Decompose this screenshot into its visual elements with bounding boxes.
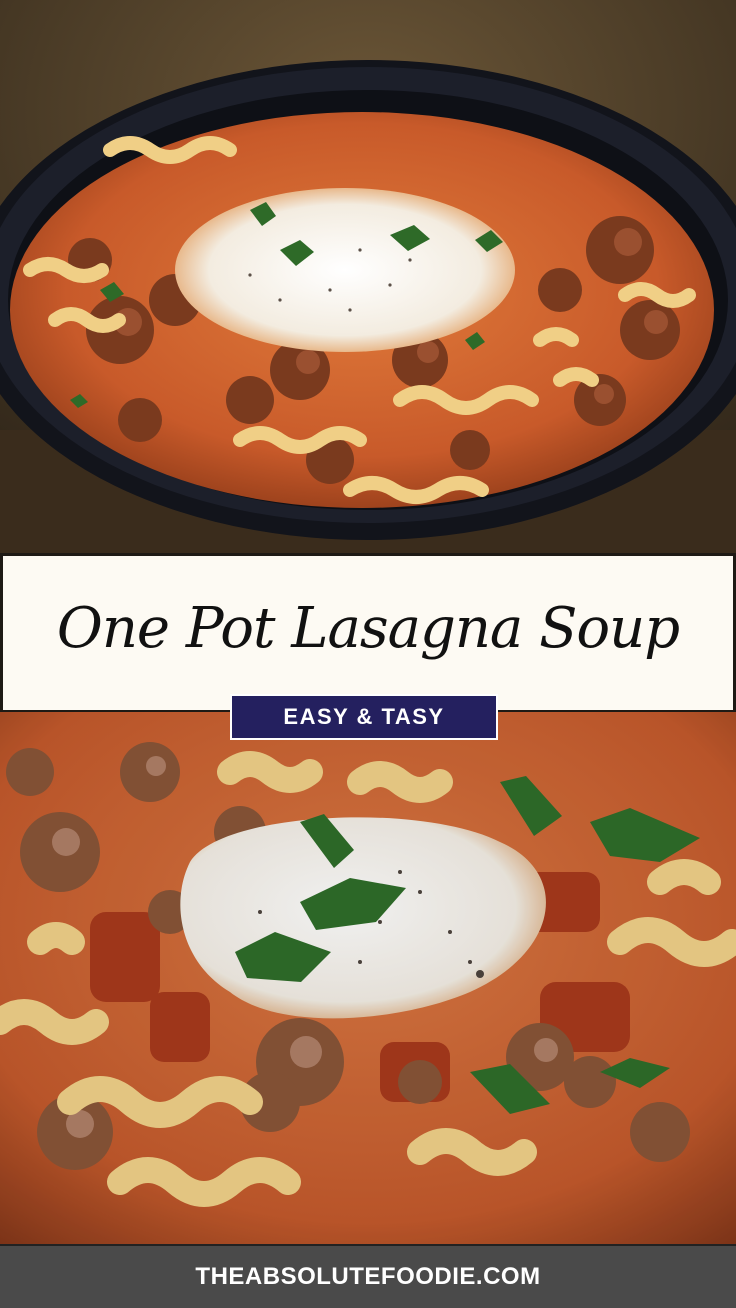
site-footer: THEABSOLUTEFOODIE.COM bbox=[0, 1244, 736, 1308]
top-soup-photo bbox=[0, 0, 736, 556]
soup-bowl-photo-icon bbox=[0, 0, 736, 556]
soup-closeup-photo-icon bbox=[0, 712, 736, 1244]
easy-tasty-badge: EASY & TASY bbox=[230, 694, 498, 740]
title-card: One Pot Lasagna Soup bbox=[0, 553, 736, 713]
site-url-link[interactable]: THEABSOLUTEFOODIE.COM bbox=[195, 1263, 540, 1291]
bottom-soup-photo bbox=[0, 712, 736, 1244]
recipe-title: One Pot Lasagna Soup bbox=[56, 595, 680, 661]
